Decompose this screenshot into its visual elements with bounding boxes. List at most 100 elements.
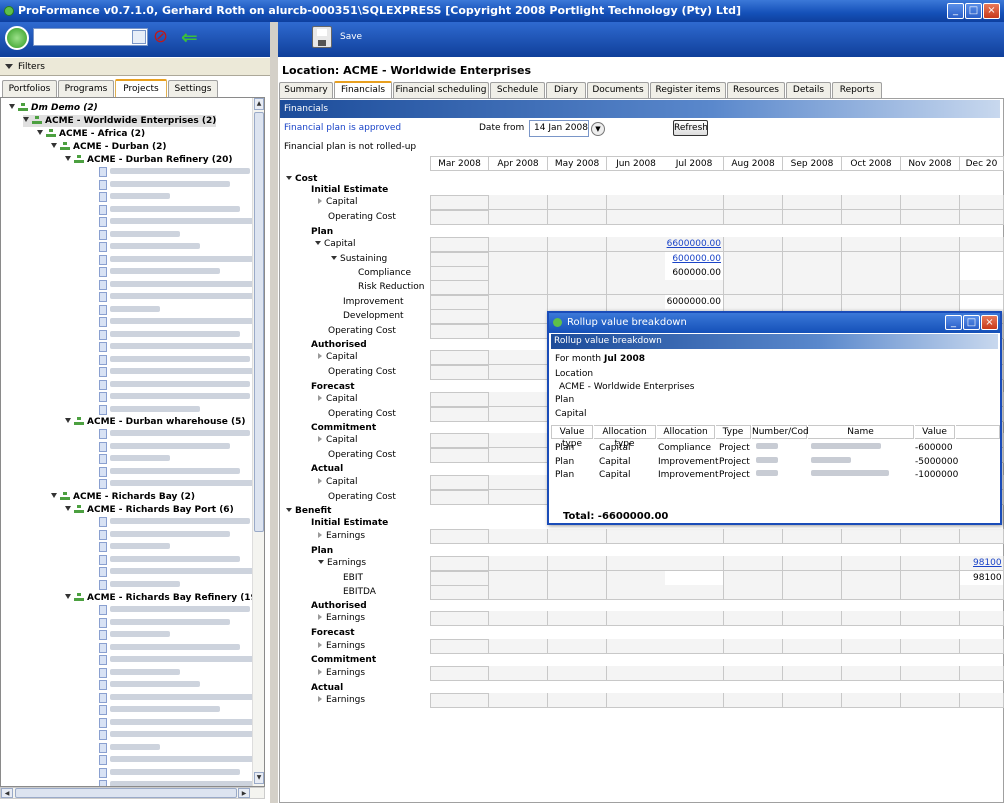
grid-cell[interactable] (489, 365, 548, 380)
grid-cell[interactable] (489, 529, 548, 544)
expand-icon[interactable] (318, 614, 322, 620)
grid-cell[interactable] (489, 585, 548, 600)
grid-cell[interactable] (430, 295, 489, 310)
grid-cell[interactable] (960, 585, 1004, 600)
tree-leaf-project[interactable] (99, 742, 160, 755)
grid-cell[interactable] (901, 611, 960, 626)
expand-icon[interactable] (318, 395, 322, 401)
filters-bar[interactable]: Filters (0, 58, 270, 76)
grid-cell[interactable] (783, 280, 842, 295)
tree-leaf-project[interactable] (99, 179, 230, 192)
tree-node[interactable]: ACME - Richards Bay (2) (51, 491, 195, 503)
grid-cell[interactable] (665, 639, 724, 654)
grid-cell[interactable] (842, 266, 901, 281)
grid-cell[interactable] (783, 195, 842, 210)
grid-cell[interactable] (489, 392, 548, 407)
tree-leaf-project[interactable] (99, 254, 255, 267)
grid-cell[interactable] (901, 210, 960, 225)
grid-cell[interactable] (724, 639, 783, 654)
grid-cell[interactable] (607, 556, 666, 571)
grid-cell[interactable] (430, 237, 489, 252)
tree-leaf-project[interactable] (99, 367, 260, 379)
grid-cell[interactable] (489, 556, 548, 571)
grid-cell[interactable] (489, 475, 548, 490)
row-label[interactable]: Earnings (318, 557, 366, 570)
tab-summary[interactable]: Summary (279, 82, 333, 98)
grid-cell[interactable] (724, 295, 783, 310)
tree-leaf-project[interactable] (99, 529, 230, 542)
collapse-icon[interactable] (315, 241, 321, 245)
row-label[interactable]: Earnings (318, 667, 365, 680)
grid-cell[interactable] (783, 266, 842, 281)
grid-cell[interactable] (607, 210, 666, 225)
tab-financial-scheduling[interactable]: Financial scheduling (393, 82, 489, 98)
grid-cell[interactable] (430, 210, 489, 225)
tree-leaf-project[interactable] (99, 217, 260, 229)
tree-leaf-project[interactable] (99, 642, 240, 655)
grid-cell[interactable] (548, 693, 607, 708)
grid-cell[interactable] (607, 252, 666, 267)
grid-cell[interactable] (783, 571, 842, 586)
dialog-titlebar[interactable]: Rollup value breakdown (549, 313, 1000, 333)
grid-cell[interactable] (783, 210, 842, 225)
tree-leaf-project[interactable] (99, 429, 250, 441)
grid-cell[interactable] (489, 210, 548, 225)
grid-cell[interactable] (724, 611, 783, 626)
grid-cell[interactable] (724, 210, 783, 225)
grid-cell[interactable] (607, 693, 666, 708)
grid-cell[interactable] (783, 666, 842, 681)
expand-icon[interactable] (65, 506, 71, 511)
grid-cell[interactable] (842, 693, 901, 708)
grid-cell[interactable] (607, 280, 666, 295)
expand-icon[interactable] (37, 130, 43, 135)
grid-cell[interactable] (489, 571, 548, 586)
grid-cell[interactable] (724, 571, 783, 586)
tree-leaf-project[interactable] (99, 392, 250, 404)
grid-cell[interactable] (665, 585, 724, 600)
grid-cell[interactable] (607, 266, 666, 281)
tree-leaf-project[interactable] (99, 267, 220, 279)
back-arrow-icon[interactable]: ⇐ (181, 26, 209, 50)
grid-cell[interactable] (842, 237, 901, 252)
expand-icon[interactable] (65, 156, 71, 161)
grid-cell[interactable] (842, 210, 901, 225)
tree-horizontal-scrollbar[interactable]: ◀ ▶ (0, 787, 265, 799)
row-label[interactable]: Earnings (318, 694, 365, 707)
grid-cell[interactable] (607, 639, 666, 654)
tree-leaf-project[interactable] (99, 692, 255, 705)
grid-cell[interactable] (548, 556, 607, 571)
grid-cell[interactable] (665, 693, 724, 708)
grid-cell[interactable] (607, 611, 666, 626)
expand-icon[interactable] (65, 418, 71, 423)
grid-cell[interactable] (960, 666, 1004, 681)
scroll-down-arrow-icon[interactable]: ▼ (254, 772, 264, 784)
tab-resources[interactable]: Resources (727, 82, 785, 98)
grid-cell[interactable] (783, 252, 842, 267)
expand-icon[interactable] (318, 696, 322, 702)
dialog-column-header[interactable]: Type (716, 425, 751, 439)
tree-leaf-project[interactable] (99, 379, 250, 392)
grid-cell[interactable] (430, 475, 489, 490)
plan-status-link[interactable]: Financial plan is approved (284, 123, 401, 133)
grid-cell[interactable] (430, 571, 489, 586)
grid-cell[interactable] (901, 666, 960, 681)
grid-cell[interactable] (548, 252, 607, 267)
tab-programs[interactable]: Programs (58, 80, 114, 97)
grid-cell[interactable] (430, 266, 489, 281)
grid-cell[interactable] (665, 556, 724, 571)
grid-cell[interactable] (548, 237, 607, 252)
collapse-icon[interactable] (286, 508, 292, 512)
tree-node[interactable]: ACME - Durban Refinery (20) (65, 154, 232, 166)
tree-node-selected[interactable]: ACME - Worldwide Enterprises (2) (23, 115, 217, 127)
grid-cell[interactable] (960, 611, 1004, 626)
grid-cell[interactable] (430, 195, 489, 210)
row-label[interactable]: Earnings (318, 640, 365, 653)
scroll-up-arrow-icon[interactable]: ▲ (254, 98, 264, 110)
tree-leaf-project[interactable] (99, 680, 200, 692)
tree-leaf-project[interactable] (99, 705, 220, 717)
chevron-down-icon[interactable]: ▼ (591, 122, 605, 136)
expand-icon[interactable] (23, 117, 29, 122)
grid-cell[interactable] (489, 266, 548, 281)
tree-leaf-project[interactable] (99, 655, 260, 667)
grid-cell[interactable] (901, 639, 960, 654)
